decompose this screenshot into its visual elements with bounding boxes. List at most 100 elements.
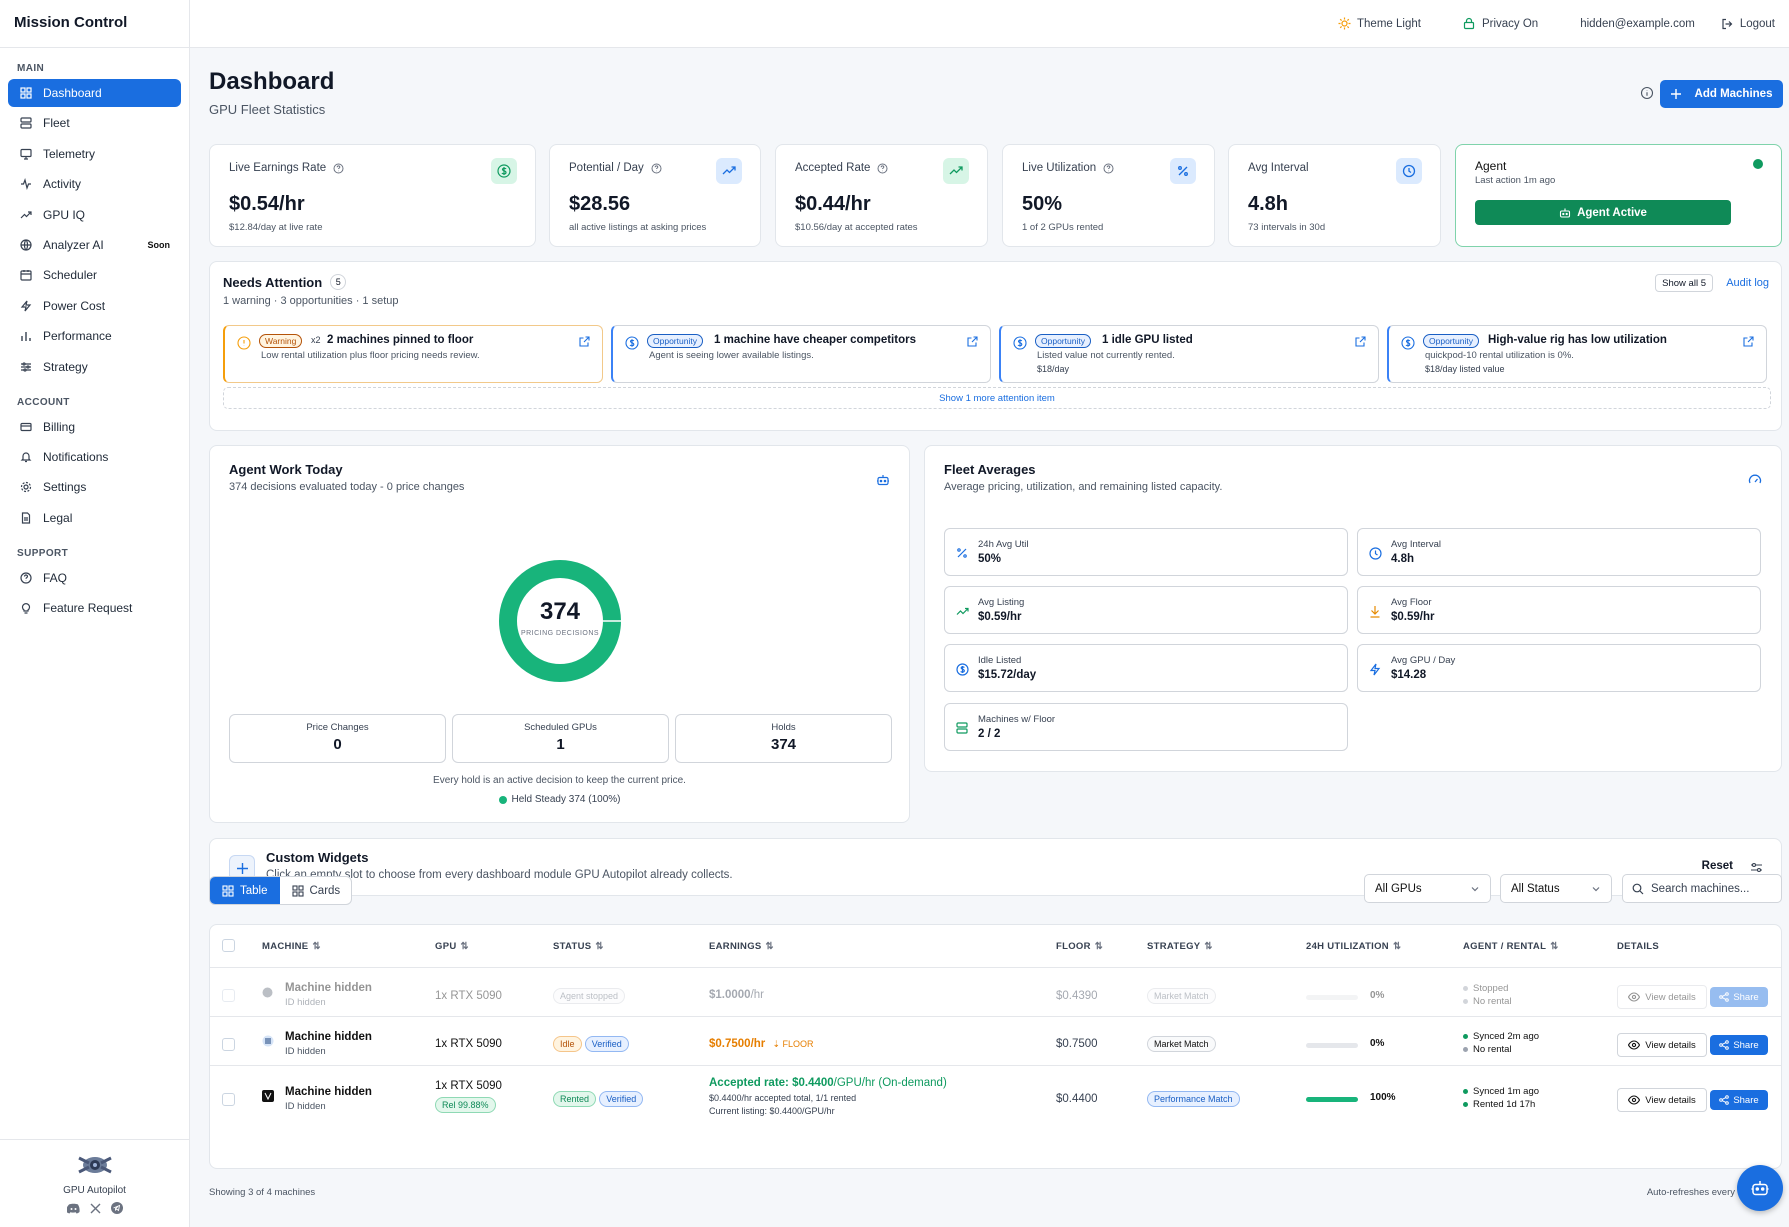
privacy-toggle[interactable]: Privacy On <box>1463 17 1538 30</box>
sort-icon: ⇅ <box>1392 940 1402 952</box>
sidebar-item-performance[interactable]: Performance <box>8 322 181 350</box>
table-view-button[interactable]: Table <box>210 877 280 904</box>
row-checkbox[interactable] <box>222 989 235 1002</box>
agent-active-button[interactable]: Agent Active <box>1475 200 1731 225</box>
info-icon[interactable] <box>1640 86 1654 100</box>
col-header-label: GPU <box>435 940 457 952</box>
search-input[interactable]: Search machines... <box>1622 874 1782 903</box>
topbar: Theme Light Privacy On hidden@example.co… <box>190 0 1789 48</box>
reset-button[interactable]: Reset <box>1702 860 1733 872</box>
stat-value: $0.54/hr <box>229 193 305 215</box>
sidebar-item-telemetry[interactable]: Telemetry <box>8 140 181 168</box>
share-button[interactable]: Share <box>1710 987 1768 1007</box>
floor-flag: FLOOR <box>782 1039 814 1049</box>
view-details-button[interactable]: View details <box>1617 1033 1707 1057</box>
gauge-icon <box>1748 473 1762 487</box>
view-details-label: View details <box>1645 1094 1696 1106</box>
x-icon[interactable] <box>90 1202 101 1214</box>
gpu-filter-select[interactable]: All GPUs <box>1364 874 1491 903</box>
sidebar-item-activity[interactable]: Activity <box>8 170 181 198</box>
col-header-machine[interactable]: MACHINE ⇅ <box>262 925 321 967</box>
col-header-floor[interactable]: FLOOR ⇅ <box>1056 925 1103 967</box>
help-icon[interactable] <box>333 163 344 174</box>
show-more-button[interactable]: Show 1 more attention item <box>223 387 1771 409</box>
sidebar-item-legal[interactable]: Legal <box>8 504 181 532</box>
sidebar-item-dashboard[interactable]: Dashboard <box>8 79 181 107</box>
external-link-icon[interactable] <box>1743 336 1754 347</box>
col-header-agent-rental[interactable]: AGENT / RENTAL ⇅ <box>1463 925 1558 967</box>
row-checkbox[interactable] <box>222 1093 235 1106</box>
attention-item-warning[interactable]: Warning x2 2 machines pinned to floor Lo… <box>223 325 603 383</box>
audit-log-link[interactable]: Audit log <box>1726 277 1769 289</box>
help-icon[interactable] <box>651 163 662 174</box>
fleet-tile-machines-floor: Machines w/ Floor 2 / 2 <box>944 703 1348 751</box>
cards-view-label: Cards <box>309 884 341 897</box>
cards-view-button[interactable]: Cards <box>280 877 352 904</box>
soon-badge: Soon <box>147 239 171 250</box>
attention-item-opportunity[interactable]: Opportunity 1 idle GPU listed Listed val… <box>999 325 1379 383</box>
sidebar-item-billing[interactable]: Billing <box>8 413 181 441</box>
sidebar-item-strategy[interactable]: Strategy <box>8 353 181 381</box>
row-checkbox[interactable] <box>222 1038 235 1051</box>
sidebar-item-fleet[interactable]: Fleet <box>8 109 181 137</box>
col-header-earnings[interactable]: EARNINGS ⇅ <box>709 925 774 967</box>
settings-icon[interactable] <box>1750 861 1763 874</box>
col-header-label: 24H UTILIZATION <box>1306 940 1389 952</box>
theme-toggle[interactable]: Theme Light <box>1338 17 1421 30</box>
share-button[interactable]: Share <box>1710 1035 1768 1055</box>
divider <box>210 967 1781 968</box>
machine-id: ID hidden <box>285 1046 326 1057</box>
add-machines-button[interactable]: Add Machines <box>1660 80 1783 108</box>
select-all-checkbox[interactable] <box>222 939 235 952</box>
agent-status: Synced 2m ago <box>1473 1031 1540 1042</box>
search-icon <box>1632 883 1644 895</box>
assistant-chat-button[interactable] <box>1737 1165 1783 1211</box>
strategy-badge: Market Match <box>1147 1036 1216 1052</box>
tile-label: 24h Avg Util <box>978 539 1029 550</box>
sidebar-item-notifications[interactable]: Notifications <box>8 443 181 471</box>
sidebar-item-faq[interactable]: FAQ <box>8 564 181 592</box>
external-link-icon[interactable] <box>967 336 978 347</box>
stat-sub: all active listings at asking prices <box>569 222 707 233</box>
col-header-strategy[interactable]: STRATEGY ⇅ <box>1147 925 1213 967</box>
sidebar-item-settings[interactable]: Settings <box>8 473 181 501</box>
share-button[interactable]: Share <box>1710 1090 1768 1110</box>
external-link-icon[interactable] <box>1355 336 1366 347</box>
help-icon[interactable] <box>1103 163 1114 174</box>
sidebar-item-analyzer-ai[interactable]: Analyzer AI Soon <box>8 231 181 259</box>
share-label: Share <box>1733 1039 1759 1051</box>
sidebar-item-label: GPU IQ <box>43 207 86 222</box>
view-details-button[interactable]: View details <box>1617 1088 1707 1112</box>
gpu-name: 1x RTX 5090 <box>435 1080 502 1092</box>
stat-label: Live Utilization <box>1022 162 1097 174</box>
status-dot <box>1463 1102 1468 1107</box>
col-header-label: STRATEGY <box>1147 940 1201 952</box>
col-header-status[interactable]: STATUS ⇅ <box>553 925 604 967</box>
sidebar-item-feature-request[interactable]: Feature Request <box>8 594 181 622</box>
col-header-utilization[interactable]: 24H UTILIZATION ⇅ <box>1306 925 1401 967</box>
attention-item-opportunity[interactable]: Opportunity 1 machine have cheaper compe… <box>611 325 991 383</box>
legend-label: Held Steady 374 (100%) <box>511 794 621 805</box>
earnings-value: Accepted rate: $0.4400/GPU/hr (On-demand… <box>709 1077 947 1089</box>
col-header-gpu[interactable]: GPU ⇅ <box>435 925 469 967</box>
sidebar-item-scheduler[interactable]: Scheduler <box>8 261 181 289</box>
status-filter-select[interactable]: All Status <box>1500 874 1612 903</box>
sort-icon: ⇅ <box>460 940 469 952</box>
share-icon <box>1719 1095 1730 1105</box>
external-link-icon[interactable] <box>579 336 590 347</box>
help-icon[interactable] <box>877 163 888 174</box>
show-all-button[interactable]: Show all 5 <box>1655 274 1713 292</box>
logout-button[interactable]: Logout <box>1721 18 1775 30</box>
share-icon <box>1719 992 1730 1002</box>
sidebar-item-power-cost[interactable]: Power Cost <box>8 292 181 320</box>
tile-value: 50% <box>978 553 1002 565</box>
view-details-button[interactable]: View details <box>1617 985 1707 1009</box>
attention-item-opportunity[interactable]: Opportunity High-value rig has low utili… <box>1387 325 1767 383</box>
arrow-down-icon <box>1368 604 1382 618</box>
telegram-icon[interactable] <box>110 1202 123 1214</box>
tile-value: $0.59/hr <box>978 611 1022 623</box>
status-badge-verified: Verified <box>584 1036 629 1052</box>
discord-icon[interactable] <box>66 1202 80 1214</box>
sidebar-item-gpu-iq[interactable]: GPU IQ <box>8 201 181 229</box>
status-dot <box>1463 986 1468 991</box>
